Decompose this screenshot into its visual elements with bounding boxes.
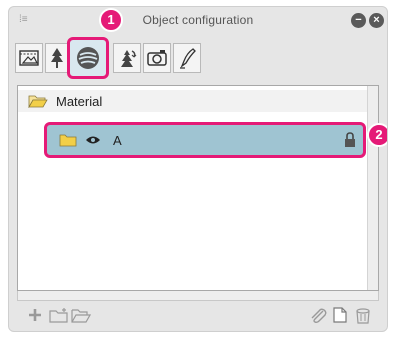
layer-tree-panel: Material A: [17, 85, 379, 291]
vertical-scrollbar[interactable]: [367, 86, 378, 290]
new-folder-button[interactable]: [49, 307, 69, 323]
tree-row-a[interactable]: A: [44, 122, 366, 158]
camera-icon: [147, 50, 167, 66]
attach-button[interactable]: [309, 307, 327, 325]
pen-tool-button[interactable]: [173, 43, 201, 73]
eye-icon[interactable]: [85, 134, 101, 146]
tree-tool-button[interactable]: [45, 43, 69, 73]
close-button[interactable]: ×: [369, 13, 384, 28]
folder-icon: [59, 134, 77, 147]
tree-row-a-label: A: [113, 132, 122, 148]
camera-tool-button[interactable]: [143, 43, 171, 73]
pen-icon: [180, 48, 196, 69]
add-button[interactable]: [27, 307, 43, 323]
material-sphere-icon: [77, 47, 99, 69]
tree-icon: [51, 48, 63, 68]
title-bar[interactable]: ⁞≡ Object configuration − ×: [9, 7, 387, 33]
callout-badge-two: 2: [367, 123, 387, 147]
material-tool-button[interactable]: [67, 37, 109, 79]
window-title: Object configuration: [142, 13, 254, 27]
folder-open-outline-icon: [71, 309, 91, 323]
image-frame-tool-button[interactable]: [15, 43, 43, 73]
lock-icon[interactable]: [343, 132, 357, 148]
paperclip-icon: [311, 308, 327, 324]
horizontal-scrollbar[interactable]: [17, 291, 379, 301]
new-page-button[interactable]: [333, 307, 347, 323]
document-icon: [333, 307, 347, 323]
image-frame-icon: [19, 50, 39, 66]
figure-rotate-icon: [121, 50, 137, 67]
object-toolbar: [15, 37, 381, 81]
plus-icon: [29, 309, 41, 321]
delete-button[interactable]: [355, 307, 371, 325]
open-folder-button[interactable]: [71, 307, 91, 323]
bottom-toolbar: [9, 301, 387, 331]
tree-row-material-label: Material: [56, 93, 103, 109]
object-configuration-window: ⁞≡ Object configuration − × 1 Material A…: [8, 6, 388, 332]
folder-open-icon: [28, 95, 48, 108]
tree-row-material[interactable]: Material: [18, 90, 368, 112]
figure-rotate-tool-button[interactable]: [113, 43, 141, 73]
minimize-button[interactable]: −: [351, 13, 366, 28]
callout-badge-one: 1: [99, 8, 123, 32]
new-folder-icon: [49, 308, 68, 323]
trash-icon: [356, 308, 370, 324]
